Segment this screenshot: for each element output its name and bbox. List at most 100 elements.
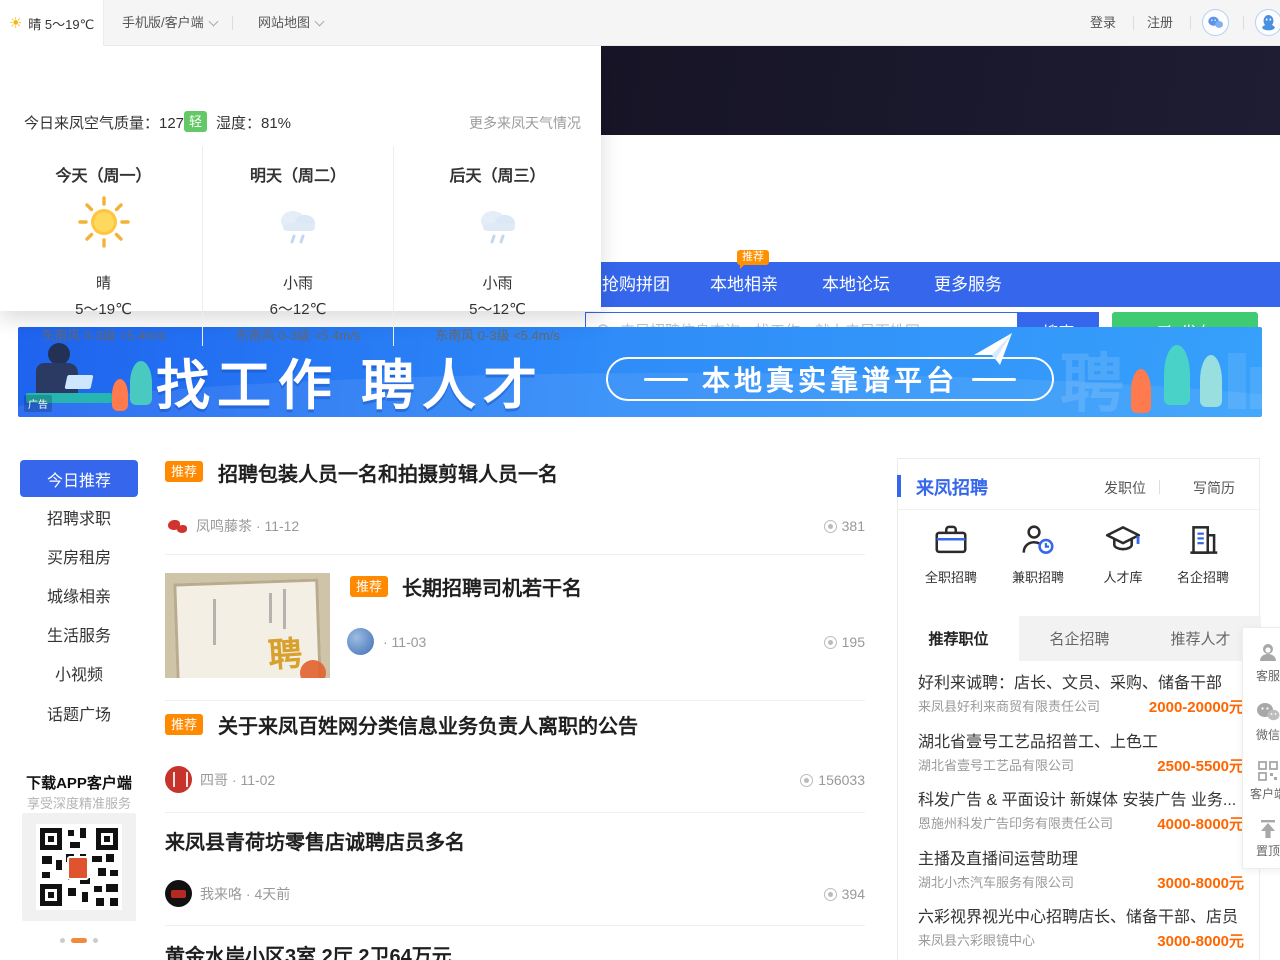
feed-badge: 推荐 xyxy=(165,461,203,482)
quick-link-talent-pool[interactable]: 人才库 xyxy=(1079,521,1167,586)
wechat-button[interactable]: 微信 xyxy=(1255,701,1280,743)
ad-tagline: 本地真实靠谱平台 xyxy=(702,359,958,399)
job-listing[interactable]: 湖北省壹号工艺品招普工、上色工 湖北省壹号工艺品有限公司 2500-5500元 xyxy=(918,728,1244,780)
quick-link-fulltime[interactable]: 全职招聘 xyxy=(907,521,995,586)
job-title: 好利来诚聘：店长、文员、采购、储备干部 xyxy=(918,669,1244,693)
carousel-dot[interactable] xyxy=(93,938,98,943)
avatar xyxy=(166,516,188,536)
job-listing[interactable]: 好利来诚聘：店长、文员、采购、储备干部 来凤县好利来商贸有限责任公司 2000-… xyxy=(918,669,1244,721)
sidebar-item-topics[interactable]: 话题广场 xyxy=(20,703,138,729)
dash-decoration xyxy=(972,378,1016,381)
chevron-down-icon xyxy=(315,16,325,26)
feed-meta: 凤鸣藤茶 · 11-12 xyxy=(196,514,299,538)
sidebar-item-jobs[interactable]: 招聘求职 xyxy=(20,507,138,533)
tree-decoration xyxy=(1131,369,1151,413)
wechat-login-button[interactable] xyxy=(1202,9,1229,36)
app-download-subtitle: 享受深度精准服务 xyxy=(10,793,148,812)
carousel-dot-active[interactable] xyxy=(71,938,87,943)
mobile-version-menu[interactable]: 手机版/客户端 xyxy=(122,0,217,46)
divider xyxy=(1159,480,1160,494)
briefcase-icon xyxy=(932,521,970,559)
nav-item-forum[interactable]: 本地论坛 xyxy=(822,262,890,307)
customer-service-icon xyxy=(1256,640,1280,664)
rain-icon xyxy=(470,194,526,250)
weather-tab[interactable]: ☀ 晴 5～19℃ xyxy=(0,0,104,46)
weather-tab-label: 晴 5～19℃ xyxy=(28,14,94,33)
job-listing[interactable]: 科发广告 & 平面设计 新媒体 安装广告 业务... 恩施州科发广告印务有限责任… xyxy=(918,786,1244,838)
weather-wind: 东南风 0-3级 <5.4m/s xyxy=(399,325,596,344)
job-company: 恩施州科发广告印务有限责任公司 xyxy=(918,813,1113,832)
wechat-icon xyxy=(1207,15,1224,30)
divider xyxy=(1190,16,1191,30)
toolbar-label: 客服 xyxy=(1256,667,1280,684)
sidebar-item-dating[interactable]: 城缘相亲 xyxy=(20,585,138,611)
register-link[interactable]: 注册 xyxy=(1147,0,1173,46)
top-arrow-icon xyxy=(1257,819,1279,839)
job-salary: 2000-20000元 xyxy=(1149,696,1244,717)
thumbnail-text: 聘 xyxy=(266,626,303,677)
more-weather-link[interactable]: 更多来凤天气情况 xyxy=(469,113,581,133)
nav-item-more[interactable]: 更多服务 xyxy=(934,262,1002,307)
view-count-value: 195 xyxy=(842,630,865,654)
tree-decoration xyxy=(130,361,152,405)
job-company: 来凤县六彩眼镜中心 xyxy=(918,930,1035,949)
divider xyxy=(165,812,865,813)
sun-icon: ☀ xyxy=(9,16,22,31)
feed-title[interactable]: 招聘包装人员一名和拍摄剪辑人员一名 xyxy=(218,458,558,487)
view-count: 156033 xyxy=(800,768,865,792)
sidebar-item-housing[interactable]: 买房租房 xyxy=(20,546,138,572)
job-title: 主播及直播间运营助理 xyxy=(918,845,1244,869)
tab-company-recruit[interactable]: 名企招聘 xyxy=(1019,616,1140,661)
weather-popup: 今日来凤空气质量：127 轻 湿度：81% 更多来凤天气情况 今天（周一） 晴 … xyxy=(0,46,601,311)
tree-decoration xyxy=(1200,355,1222,407)
feed-title[interactable]: 长期招聘司机若干名 xyxy=(402,572,582,601)
weather-condition: 小雨 xyxy=(203,272,393,293)
feed-thumbnail[interactable]: 聘 xyxy=(165,573,330,678)
tree-decoration xyxy=(112,379,128,411)
stamp-decoration xyxy=(300,660,326,678)
recruit-title: 来凤招聘 xyxy=(916,474,988,500)
sidebar-item-videos[interactable]: 小视频 xyxy=(20,663,138,689)
write-resume-link[interactable]: 写简历 xyxy=(1193,478,1235,498)
wechat-icon xyxy=(1255,701,1280,723)
back-to-top-button[interactable]: 置顶 xyxy=(1256,819,1280,859)
nav-item-groupbuy[interactable]: 抢购拼团 xyxy=(602,262,670,307)
feed-title[interactable]: 关于来凤百姓网分类信息业务负责人离职的公告 xyxy=(218,710,638,739)
aqi-level-badge: 轻 xyxy=(184,111,207,132)
views-icon xyxy=(824,520,837,533)
login-link[interactable]: 登录 xyxy=(1090,0,1116,46)
job-listing[interactable]: 主播及直播间运营助理 湖北小杰汽车服务有限公司 3000-8000元 xyxy=(918,845,1244,897)
feed-meta: 我来咯 · 4天前 xyxy=(200,882,290,906)
sitemap-menu[interactable]: 网站地图 xyxy=(258,0,323,46)
qq-login-button[interactable] xyxy=(1255,9,1280,36)
laptop-illustration xyxy=(65,375,94,389)
person-clock-icon xyxy=(1019,521,1057,559)
tree-decoration xyxy=(1164,345,1190,405)
sidebar-item-today[interactable]: 今日推荐 xyxy=(20,460,138,497)
qrcode-icon xyxy=(1257,760,1279,782)
feed-title[interactable]: 来凤县青荷坊零售店诚聘店员多名 xyxy=(165,826,465,855)
weather-day-title: 明天（周二） xyxy=(203,162,393,186)
feed-title[interactable]: 黄金水岸小区3室 2厅 2卫64万元 xyxy=(165,940,452,960)
tab-recommended-jobs[interactable]: 推荐职位 xyxy=(898,616,1019,661)
quick-link-parttime[interactable]: 兼职招聘 xyxy=(994,521,1082,586)
app-client-button[interactable]: 客户端 xyxy=(1250,760,1280,802)
weather-condition: 晴 xyxy=(5,272,202,293)
view-count-value: 394 xyxy=(842,882,865,906)
sidebar-item-services[interactable]: 生活服务 xyxy=(20,624,138,650)
job-salary: 2500-5500元 xyxy=(1157,755,1244,776)
post-job-link[interactable]: 发职位 xyxy=(1104,478,1146,498)
weather-temp: 5～12℃ xyxy=(399,298,596,319)
job-title: 六彩视界视光中心招聘店长、储备干部、店员 xyxy=(918,903,1244,927)
register-label: 注册 xyxy=(1147,0,1173,46)
job-listing[interactable]: 六彩视界视光中心招聘店长、储备干部、店员 来凤县六彩眼镜中心 3000-8000… xyxy=(918,903,1244,955)
divider xyxy=(1243,16,1244,30)
login-label: 登录 xyxy=(1090,0,1116,46)
building-decoration xyxy=(1250,367,1262,409)
divider xyxy=(165,700,865,701)
quick-link-companies[interactable]: 名企招聘 xyxy=(1159,521,1247,586)
customer-service-button[interactable]: 客服 xyxy=(1256,640,1280,684)
carousel-dot[interactable] xyxy=(60,938,65,943)
job-salary: 3000-8000元 xyxy=(1157,930,1244,951)
avatar xyxy=(347,628,374,655)
